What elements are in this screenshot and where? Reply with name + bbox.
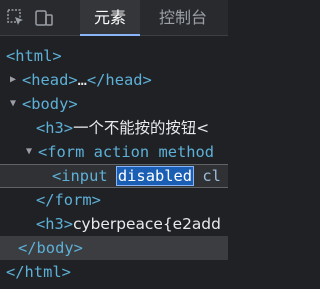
dom-node-body[interactable]: ▼ <body> bbox=[0, 92, 228, 116]
collapse-triangle-icon[interactable]: ▼ bbox=[10, 92, 22, 116]
tag-form-open: <form action method bbox=[38, 143, 215, 161]
dom-node-form[interactable]: ▼ <form action method bbox=[0, 140, 228, 164]
dom-node-h3[interactable]: <h3>一个不能按的按钮< bbox=[0, 116, 228, 140]
dom-node-body-close[interactable]: </body> bbox=[0, 236, 228, 260]
dom-node-form-close[interactable]: </form> bbox=[0, 188, 228, 212]
tab-elements[interactable]: 元素 bbox=[80, 0, 140, 36]
tag-h3-open: <h3> bbox=[36, 119, 74, 137]
tag-body-open: <body> bbox=[22, 95, 78, 113]
dom-node-input[interactable]: <input disabled cl bbox=[0, 164, 228, 188]
tag-input-open: <input bbox=[52, 167, 108, 185]
tag-h3-flag-open: <h3> bbox=[36, 215, 74, 233]
attribute-disabled-selected[interactable]: disabled bbox=[115, 166, 195, 186]
dom-node-head[interactable]: ▶ <head>…</head> bbox=[0, 68, 228, 92]
tag-html-open: <html> bbox=[6, 47, 62, 65]
dom-node-html[interactable]: <html> bbox=[0, 44, 228, 68]
head-collapsed-ellipsis: … bbox=[77, 71, 87, 89]
device-toolbar-icon[interactable] bbox=[34, 8, 54, 28]
tab-console[interactable]: 控制台 bbox=[159, 0, 207, 36]
tag-body-close: </body> bbox=[18, 239, 83, 257]
dom-node-html-close[interactable]: </html> bbox=[0, 260, 228, 284]
devtools-tabbar: 元素 控制台 bbox=[0, 0, 228, 36]
h3-flag-text: cyberpeace{e2add bbox=[73, 215, 221, 233]
tag-head-open: <head> bbox=[22, 71, 78, 89]
tag-head-close: </head> bbox=[86, 71, 152, 89]
tag-html-close: </html> bbox=[6, 263, 71, 281]
expand-triangle-icon[interactable]: ▶ bbox=[10, 68, 22, 92]
h3-text: 一个不能按的按钮< bbox=[73, 119, 210, 137]
tag-form-close: </form> bbox=[36, 191, 101, 209]
attribute-class-partial[interactable]: cl bbox=[202, 167, 221, 185]
inspect-element-icon[interactable] bbox=[6, 8, 26, 28]
collapse-triangle-icon[interactable]: ▼ bbox=[26, 140, 38, 164]
dom-node-h3-flag[interactable]: <h3>cyberpeace{e2add bbox=[0, 212, 228, 236]
